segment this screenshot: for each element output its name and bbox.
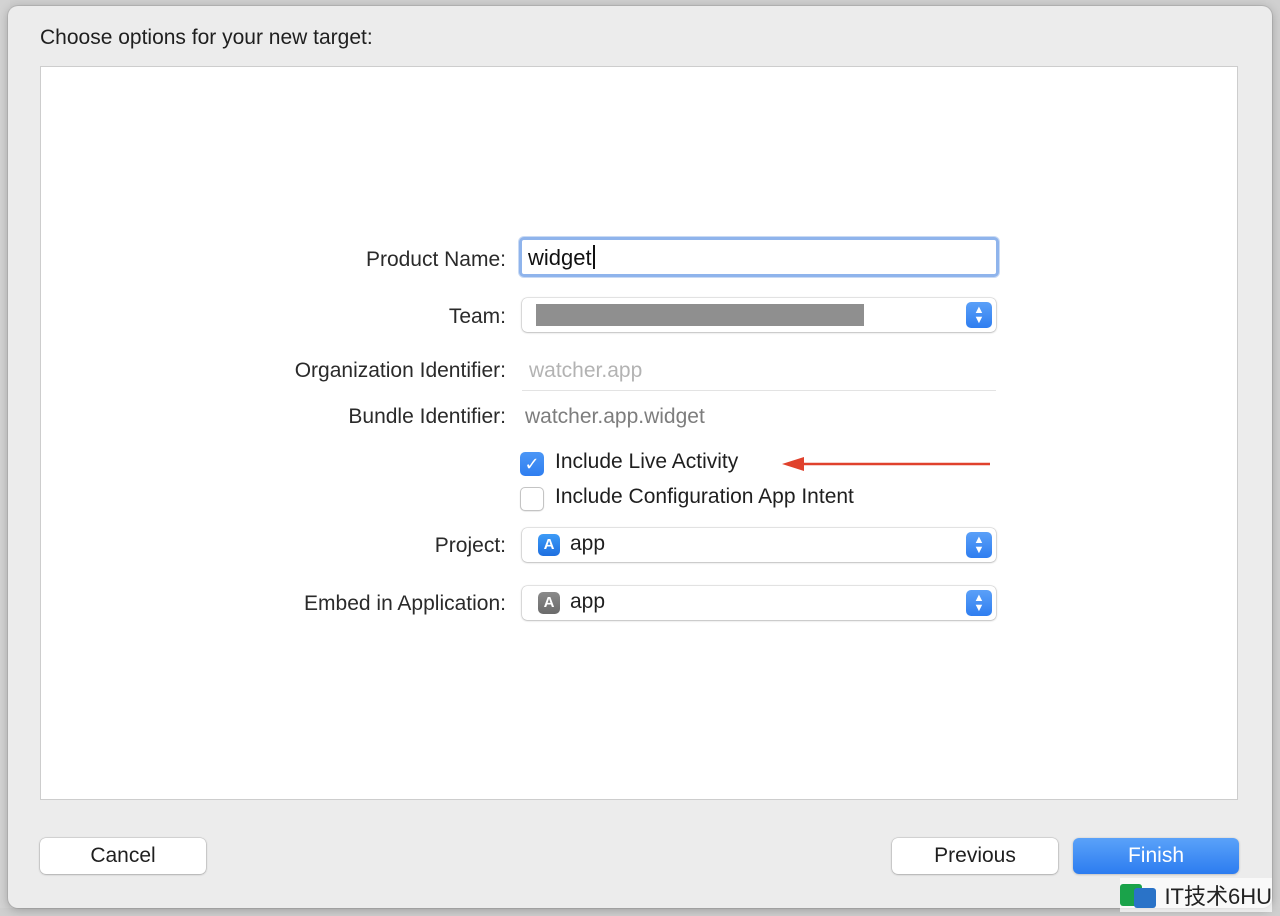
bundle-identifier-value: watcher.app.widget — [525, 405, 705, 428]
cancel-button[interactable]: Cancel — [40, 838, 206, 874]
project-value: app — [570, 532, 606, 555]
include-live-activity-checkbox[interactable]: ✓ — [520, 452, 544, 476]
project-label: Project: — [434, 534, 506, 557]
new-target-options-sheet: Choose options for your new target: Prod… — [8, 6, 1272, 908]
project-popup[interactable]: A app ▲ ▼ — [522, 528, 996, 562]
watermark-logo-icon — [1120, 882, 1160, 908]
watermark: IT技术6HU — [1120, 878, 1272, 912]
organization-identifier-value: watcher.app — [529, 359, 643, 382]
team-popup[interactable]: ▲ ▼ — [522, 298, 996, 332]
embed-in-application-popup[interactable]: A app ▲ ▼ — [522, 586, 996, 620]
embed-in-application-value: app — [570, 590, 606, 613]
chevron-up-down-icon: ▲ ▼ — [966, 590, 992, 616]
bundle-identifier-label: Bundle Identifier: — [348, 405, 506, 428]
options-panel — [40, 66, 1238, 800]
include-live-activity-label: Include Live Activity — [555, 450, 739, 473]
organization-identifier-label: Organization Identifier: — [294, 359, 506, 382]
embed-in-application-label: Embed in Application: — [304, 592, 506, 615]
product-name-input[interactable]: widget — [519, 237, 999, 277]
finish-button[interactable]: Finish — [1073, 838, 1239, 874]
include-configuration-intent-checkbox[interactable] — [520, 487, 544, 511]
sheet-title: Choose options for your new target: — [40, 26, 373, 49]
text-caret — [592, 245, 595, 269]
chevron-up-down-icon: ▲ ▼ — [966, 302, 992, 328]
watermark-text: IT技术6HU — [1164, 884, 1272, 909]
team-label: Team: — [448, 305, 506, 328]
chevron-up-down-icon: ▲ ▼ — [966, 532, 992, 558]
product-name-label: Product Name: — [365, 248, 506, 271]
previous-button[interactable]: Previous — [892, 838, 1058, 874]
product-name-value: widget — [528, 245, 592, 270]
app-store-icon: A — [538, 534, 560, 556]
app-store-icon: A — [538, 592, 560, 614]
team-redacted-value — [536, 304, 864, 326]
red-arrow-annotation-icon — [782, 457, 994, 476]
organization-identifier-field[interactable]: watcher.app — [522, 356, 996, 391]
background-window-bottom — [0, 908, 1280, 916]
include-configuration-intent-label: Include Configuration App Intent — [555, 485, 854, 508]
